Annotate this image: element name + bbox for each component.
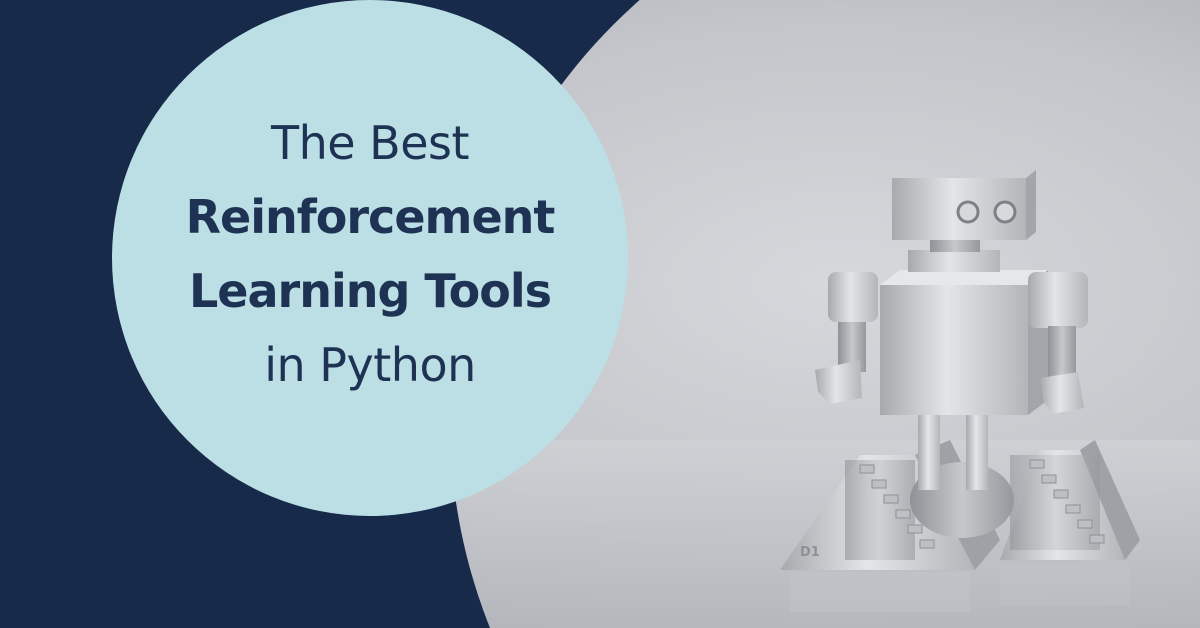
banner: D1 The Best Reinforcement Learning Tools… (0, 0, 1200, 628)
title-circle: The Best Reinforcement Learning Tools in… (112, 0, 628, 516)
title-line-2: Reinforcement (185, 190, 556, 244)
base-marking-d1: D1 (800, 545, 820, 560)
title-line-4: in Python (264, 338, 476, 392)
title-line-1: The Best (270, 116, 470, 170)
title-line-3: Learning Tools (188, 264, 552, 318)
